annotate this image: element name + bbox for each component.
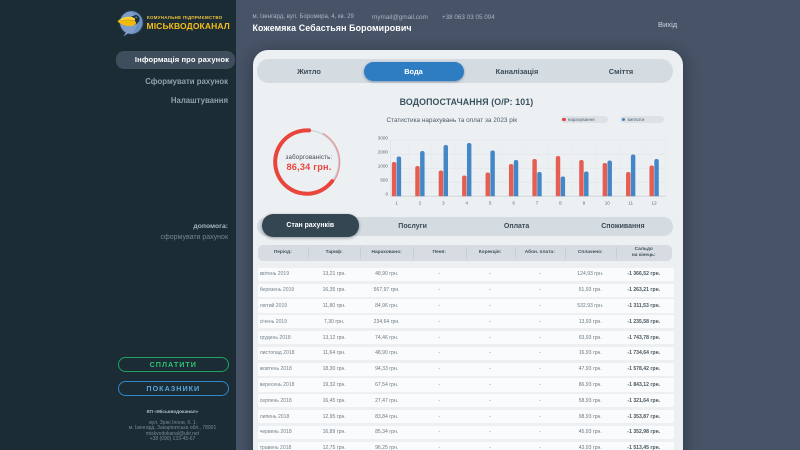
svg-text:2: 2 <box>419 200 422 205</box>
svg-text:11: 11 <box>628 200 633 205</box>
svg-text:7: 7 <box>536 200 539 205</box>
svg-text:2000: 2000 <box>378 150 389 155</box>
svg-text:6: 6 <box>512 200 515 205</box>
svg-text:1000: 1000 <box>378 164 389 169</box>
svg-text:0: 0 <box>385 192 388 197</box>
svg-text:3000: 3000 <box>378 136 389 141</box>
svg-text:4: 4 <box>465 200 468 205</box>
svg-text:5: 5 <box>489 200 492 205</box>
svg-text:1: 1 <box>395 200 398 205</box>
svg-text:500: 500 <box>380 178 388 183</box>
svg-text:3: 3 <box>442 200 445 205</box>
svg-text:12: 12 <box>652 200 658 205</box>
svg-text:10: 10 <box>605 200 611 205</box>
svg-text:9: 9 <box>583 200 586 205</box>
svg-text:8: 8 <box>559 200 562 205</box>
